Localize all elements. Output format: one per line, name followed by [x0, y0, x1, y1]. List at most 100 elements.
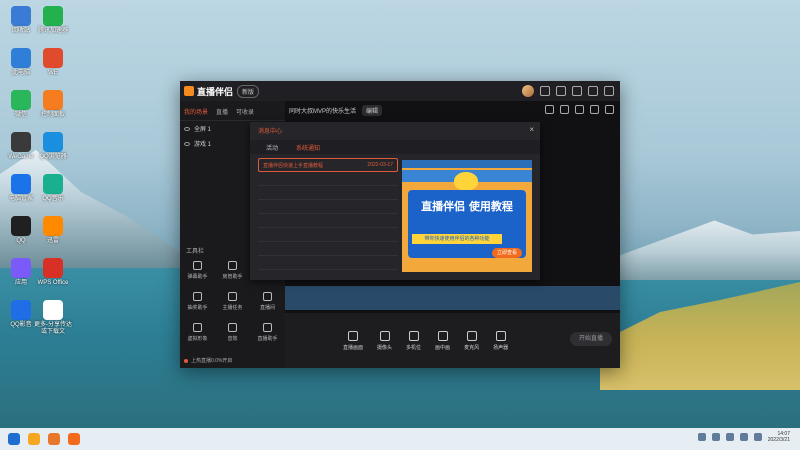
eye-icon[interactable]	[184, 141, 190, 146]
list-item[interactable]	[258, 256, 398, 270]
tool-assistant[interactable]: 直播助手	[250, 323, 285, 342]
list-item[interactable]	[258, 228, 398, 242]
tray-icon[interactable]	[725, 433, 734, 441]
list-item[interactable]	[258, 186, 398, 200]
tool-icon	[263, 323, 272, 332]
start-live-button[interactable]: 开始直播	[570, 332, 612, 346]
scene-tabs: 我的场景 直播 可收录	[180, 101, 285, 121]
tool-avatar[interactable]: 虚拟形象	[180, 323, 215, 342]
shortcut-label: QQ浏览器	[39, 154, 67, 160]
message-center-dialog: 消息中心 × 活动 系统通知 直播伴侣快速上手直播教程 2022-03-17 直播…	[250, 122, 540, 280]
tool-icon	[228, 292, 237, 301]
tab-recordable[interactable]: 可收录	[236, 107, 254, 116]
network-icon[interactable]	[739, 433, 748, 441]
taskbar-app-icon[interactable]	[28, 433, 40, 445]
shortcut-icon	[11, 300, 31, 320]
app-title-bar: 直播伴侣 新版	[180, 81, 620, 101]
avatar[interactable]	[522, 85, 534, 97]
shortcut-label: QQ音乐	[42, 196, 64, 202]
desktop-shortcut[interactable]: 迅雷	[34, 216, 72, 245]
tab-live[interactable]: 直播	[216, 107, 228, 116]
copy-icon[interactable]	[575, 105, 584, 114]
list-item[interactable]	[258, 172, 398, 186]
message-icon[interactable]	[540, 86, 550, 96]
maximize-icon[interactable]	[588, 86, 598, 96]
system-tray: 14:07 2022/3/21	[697, 431, 790, 443]
control-camera[interactable]: 摄像头	[377, 330, 392, 351]
desktop-shortcut[interactable]: QQ浏览器	[34, 132, 72, 161]
tool-room[interactable]: 直播间	[250, 292, 285, 311]
shortcut-icon	[11, 216, 31, 236]
list-item[interactable]: 直播伴侣快速上手直播教程 2022-03-17	[258, 158, 398, 172]
stream-info-bar: 同时大叔MVP的快乐生活 编辑	[285, 101, 620, 119]
control-mic[interactable]: 麦克风	[464, 330, 479, 351]
control-pip[interactable]: 画中画	[435, 330, 450, 351]
shortcut-label: 控制面板	[40, 112, 65, 118]
minimize-icon[interactable]	[572, 86, 582, 96]
tray-icon[interactable]	[711, 433, 720, 441]
tutorial-banner[interactable]: 直播伴侣 使用教程 带你快速使用伴侣的各种功能 立即查看	[402, 160, 532, 272]
screen-icon	[348, 330, 358, 341]
dialog-tabs: 活动 系统通知	[250, 140, 540, 154]
tool-danmaku[interactable]: 弹幕助手	[180, 261, 215, 280]
desktop-shortcut[interactable]: 腾讯加速器	[34, 6, 72, 35]
desktop-shortcut[interactable]: 控制面板	[34, 90, 72, 119]
taskbar: 14:07 2022/3/21	[0, 428, 800, 450]
control-speaker[interactable]: 扬声器	[493, 330, 508, 351]
app-brand: 直播伴侣	[184, 85, 233, 98]
close-icon[interactable]: ×	[529, 125, 534, 134]
desktop-shortcut[interactable]: WE	[34, 48, 72, 77]
tool-lottery[interactable]: 抽奖助手	[180, 292, 215, 311]
settings-icon[interactable]	[556, 86, 566, 96]
taskbar-app-icon[interactable]	[68, 433, 80, 445]
tool-icon	[193, 292, 202, 301]
tab-system-notice[interactable]: 系统通知	[296, 143, 320, 152]
bottom-toolbar: 直播画面 摄像头 多机位 画中画 麦克风 扬声器 开始直播	[285, 313, 620, 368]
app-brand-label: 直播伴侣	[197, 86, 234, 97]
list-item[interactable]	[258, 200, 398, 214]
stream-title: 同时大叔MVP的快乐生活	[289, 108, 357, 115]
tab-activity[interactable]: 活动	[266, 143, 278, 152]
scene-label: 游戏 1	[194, 142, 212, 148]
start-icon[interactable]	[8, 433, 20, 445]
tool-sound[interactable]: 音效	[215, 323, 250, 342]
shortcut-icon	[43, 48, 63, 68]
edit-button[interactable]: 编辑	[362, 104, 383, 116]
desktop-shortcut[interactable]: WPS Office	[34, 258, 72, 287]
speaker-icon	[495, 330, 506, 341]
eye-icon[interactable]	[184, 126, 190, 131]
tab-my-scenes[interactable]: 我的场景	[184, 107, 208, 116]
shortcut-icon	[11, 132, 31, 152]
tool-icon	[193, 323, 202, 332]
desktop-shortcut[interactable]: 更多-分享传达或下载文	[34, 300, 72, 336]
dialog-title: 消息中心	[258, 129, 283, 135]
bell-icon[interactable]	[590, 105, 599, 114]
list-item[interactable]	[258, 242, 398, 256]
tool-task[interactable]: 主播任务	[215, 292, 250, 311]
tray-icon[interactable]	[697, 433, 706, 441]
lock-icon[interactable]	[560, 105, 569, 114]
shortcut-label: 腾讯加速器	[37, 28, 68, 34]
shortcut-label: 迅雷	[46, 238, 59, 244]
list-item[interactable]	[258, 214, 398, 228]
volume-icon[interactable]	[753, 433, 762, 441]
app-logo-icon	[184, 86, 194, 96]
close-icon[interactable]	[604, 86, 614, 96]
stream-actions	[545, 105, 614, 114]
tool-room-admin[interactable]: 房管助手	[215, 261, 250, 280]
trash-icon[interactable]	[545, 105, 554, 114]
control-screen[interactable]: 直播画面	[343, 330, 363, 351]
shortcut-icon	[43, 174, 63, 194]
share-icon[interactable]	[605, 105, 614, 114]
desktop-shortcut[interactable]: QQ音乐	[34, 174, 72, 203]
tool-icon	[228, 323, 237, 332]
banner-button[interactable]: 立即查看	[492, 248, 522, 258]
clock-date: 2022/3/21	[767, 437, 790, 443]
tools-title: 工具栏	[186, 249, 205, 255]
tool-icon	[228, 261, 237, 270]
taskbar-app-icon[interactable]	[48, 433, 60, 445]
version-badge[interactable]: 新版	[237, 84, 260, 98]
banner-heading: 直播伴侣 使用教程	[421, 200, 513, 213]
control-multi[interactable]: 多机位	[406, 330, 421, 351]
clock[interactable]: 14:07 2022/3/21	[768, 431, 790, 443]
